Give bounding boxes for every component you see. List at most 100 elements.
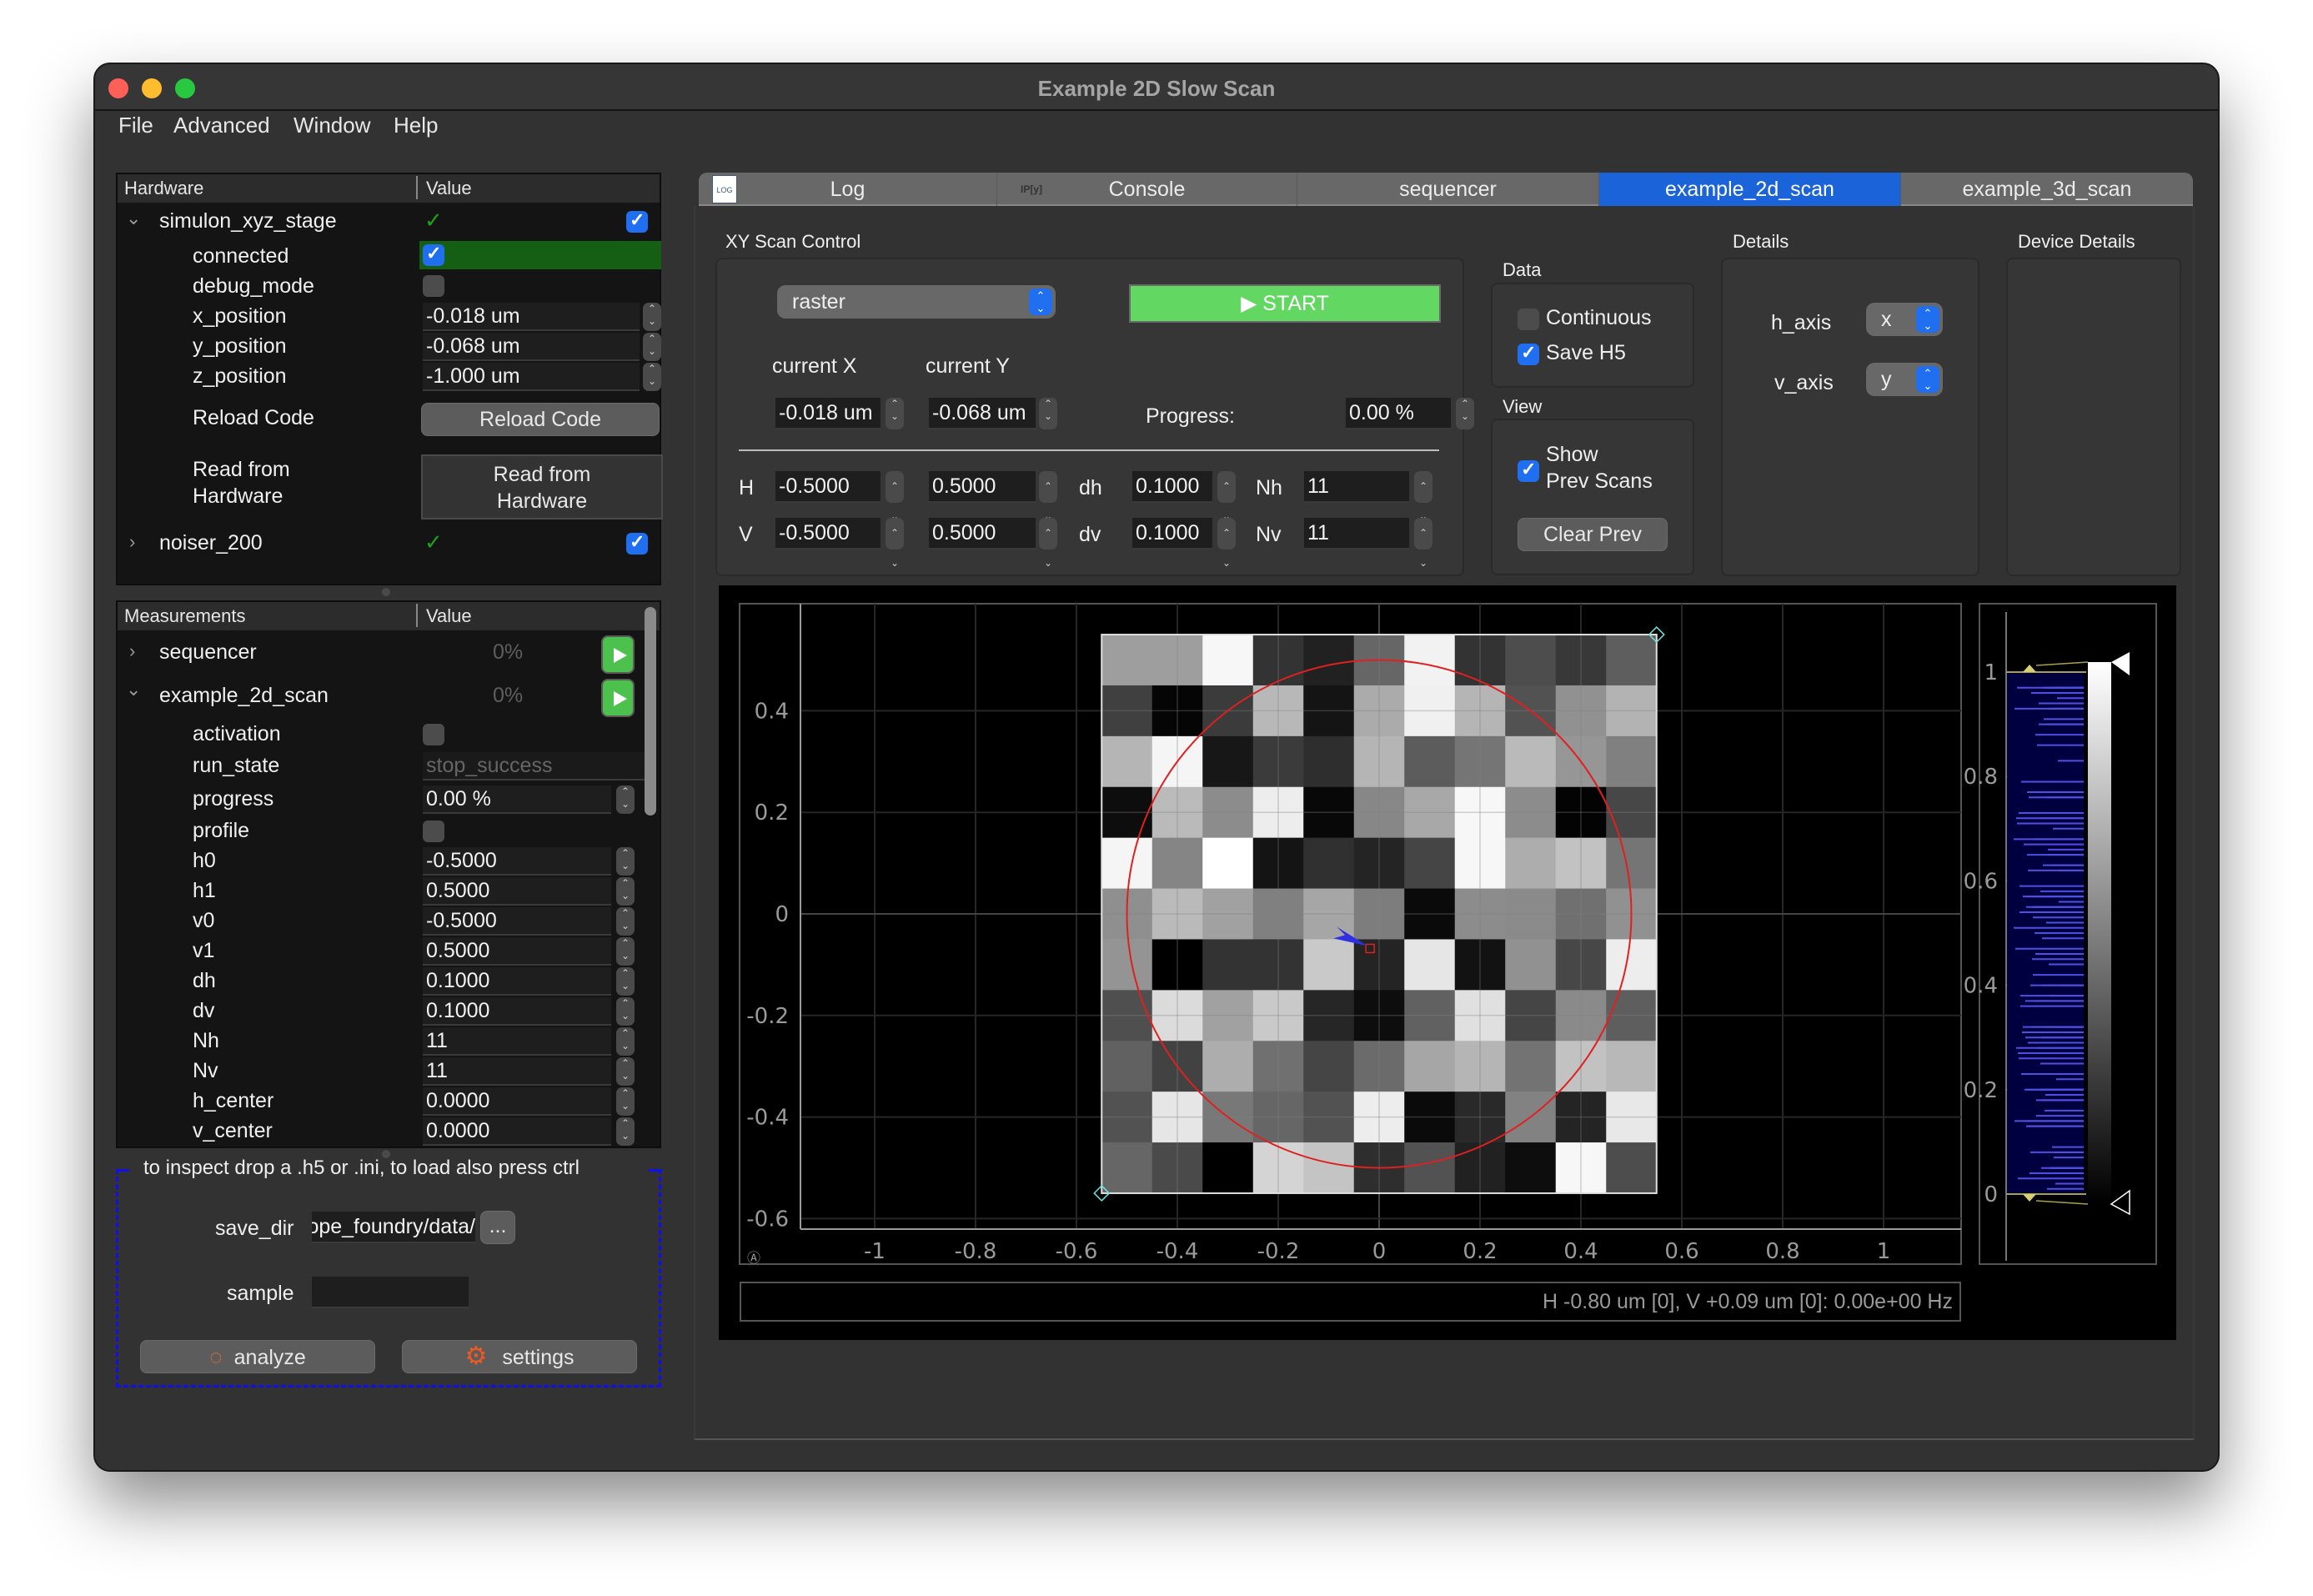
settings-button[interactable]: ⚙ settings [402, 1340, 637, 1373]
current-y-field[interactable]: -0.068 um [929, 398, 1036, 429]
profile-checkbox[interactable] [423, 821, 444, 842]
h1-stepper[interactable]: ⌃ ⌄ [616, 877, 635, 906]
sample-field[interactable] [312, 1277, 469, 1308]
splitter-handle[interactable] [382, 588, 390, 596]
y-position-field[interactable]: -0.068 um [423, 333, 640, 361]
y-position-stepper[interactable]: ⌃ ⌄ [643, 333, 661, 361]
tab-example-3d-scan[interactable]: example_3d_scan [1901, 173, 2193, 206]
vertical-scrollbar[interactable] [645, 607, 656, 816]
dv-field[interactable]: 0.1000 [1132, 518, 1212, 550]
h0-stepper[interactable]: ⌃ ⌄ [616, 847, 635, 876]
Nv-stepper[interactable]: ⌃ ⌄ [1414, 518, 1432, 569]
v0-field[interactable]: -0.5000 [423, 907, 611, 936]
collapse-chevron-icon[interactable]: ⌄ [126, 679, 141, 700]
h-center-field[interactable]: 0.0000 [423, 1087, 611, 1116]
value-column-header[interactable]: Value [426, 178, 472, 199]
start-button[interactable]: ▶ START [1129, 284, 1441, 323]
h0-field[interactable]: -0.5000 [423, 847, 611, 876]
dv-field[interactable]: 0.1000 [423, 997, 611, 1026]
v0-stepper[interactable]: ⌃ ⌄ [616, 907, 635, 936]
menu-help[interactable]: Help [394, 113, 438, 138]
Nv-stepper[interactable]: ⌃ ⌄ [616, 1057, 635, 1086]
analyze-button[interactable]: ◌ analyze [140, 1340, 375, 1373]
dh-stepper[interactable]: ⌃ ⌄ [1217, 471, 1236, 522]
v-start-field[interactable]: -0.5000 [775, 518, 881, 550]
Nh-stepper[interactable]: ⌃ ⌄ [1414, 471, 1432, 522]
v-axis-select[interactable]: y ⌃ ⌄ [1866, 363, 1943, 396]
measurements-column-header[interactable]: Measurements [124, 605, 246, 627]
measurement-tree[interactable]: Measurements Value › sequencer 0% ⌄ exam… [116, 600, 661, 1148]
tab-example-2d-scan[interactable]: example_2d_scan [1599, 173, 1901, 206]
Nv-field[interactable]: 11 [1304, 518, 1409, 550]
Nh-field[interactable]: 11 [423, 1027, 611, 1056]
menu-file[interactable]: File [118, 113, 153, 138]
clear-prev-button[interactable]: Clear Prev [1518, 518, 1668, 551]
image-plot-area[interactable]: -1 -0.8 -0.6 -0.4 -0.2 0 0.2 0.4 0.6 0.8 1 0.4 0.2 0 -… [719, 585, 2176, 1340]
reload-code-button[interactable]: Reload Code [421, 403, 660, 436]
gradient-top-tick[interactable] [2111, 652, 2130, 675]
dv-stepper[interactable]: ⌃ ⌄ [1217, 518, 1236, 569]
z-position-field[interactable]: -1.000 um [423, 363, 640, 391]
menu-advanced[interactable]: Advanced [173, 113, 270, 138]
x-position-stepper[interactable]: ⌃ ⌄ [643, 303, 661, 331]
tab-log[interactable]: LOG Log [699, 173, 997, 206]
h1-field[interactable]: 0.5000 [423, 877, 611, 906]
v-stop-field[interactable]: 0.5000 [929, 518, 1036, 550]
v1-stepper[interactable]: ⌃ ⌄ [616, 937, 635, 966]
v-stop-stepper[interactable]: ⌃ ⌄ [1039, 518, 1057, 569]
current-y-stepper[interactable]: ⌃ ⌄ [1039, 398, 1057, 429]
h-start-stepper[interactable]: ⌃ ⌄ [886, 471, 904, 522]
column-divider[interactable] [416, 604, 418, 627]
x-position-field[interactable]: -0.018 um [423, 303, 640, 331]
tab-console[interactable]: IP[y] Console [997, 173, 1297, 206]
v1-field[interactable]: 0.5000 [423, 937, 611, 966]
menu-window[interactable]: Window [294, 113, 370, 138]
current-x-stepper[interactable]: ⌃ ⌄ [886, 398, 904, 429]
h-start-field[interactable]: -0.5000 [775, 471, 881, 503]
image-plot[interactable]: -1 -0.8 -0.6 -0.4 -0.2 0 0.2 0.4 0.6 0.8 1 0.4 0.2 0 -… [719, 585, 2176, 1340]
device-name[interactable]: simulon_xyz_stage [159, 209, 337, 233]
expand-chevron-icon[interactable]: › [129, 640, 135, 662]
Nv-field[interactable]: 11 [423, 1057, 611, 1086]
activation-checkbox[interactable] [423, 724, 444, 745]
start-example-2d-scan-button[interactable] [601, 679, 635, 717]
tab-sequencer[interactable]: sequencer [1297, 173, 1599, 206]
level-max-handle[interactable] [2023, 665, 2036, 672]
progress-field[interactable]: 0.00 % [1346, 398, 1451, 429]
h-center-stepper[interactable]: ⌃ ⌄ [616, 1087, 635, 1116]
autoscale-button[interactable]: Ⓐ [747, 1250, 760, 1266]
continuous-checkbox[interactable] [1518, 309, 1539, 330]
column-divider[interactable] [416, 176, 418, 199]
save-h5-checkbox[interactable] [1518, 342, 1539, 365]
value-column-header[interactable]: Value [426, 605, 472, 627]
device-enable-checkbox[interactable] [626, 209, 648, 233]
v-start-stepper[interactable]: ⌃ ⌄ [886, 518, 904, 569]
read-from-hardware-button[interactable]: Read from Hardware [421, 454, 663, 519]
measurement-name[interactable]: sequencer [159, 640, 257, 665]
collapse-chevron-icon[interactable]: ⌄ [126, 208, 141, 229]
progress-stepper[interactable]: ⌃ ⌄ [616, 785, 635, 814]
measurement-name[interactable]: example_2d_scan [159, 684, 329, 708]
Nh-stepper[interactable]: ⌃ ⌄ [616, 1027, 635, 1056]
dh-stepper[interactable]: ⌃ ⌄ [616, 967, 635, 996]
h-stop-stepper[interactable]: ⌃ ⌄ [1039, 471, 1057, 522]
hardware-column-header[interactable]: Hardware [124, 178, 203, 199]
progress-stepper[interactable]: ⌃ ⌄ [1456, 398, 1474, 429]
show-prev-scans-checkbox[interactable] [1518, 459, 1539, 482]
v-center-field[interactable]: 0.0000 [423, 1117, 611, 1146]
z-position-stepper[interactable]: ⌃ ⌄ [643, 363, 661, 391]
h-axis-select[interactable]: x ⌃ ⌄ [1866, 303, 1943, 336]
dh-field[interactable]: 0.1000 [1132, 471, 1212, 503]
current-x-field[interactable]: -0.018 um [775, 398, 881, 429]
start-sequencer-button[interactable] [601, 635, 635, 674]
Nh-field[interactable]: 11 [1304, 471, 1409, 503]
device-name[interactable]: noiser_200 [159, 531, 263, 555]
progress-field[interactable]: 0.00 % [423, 785, 611, 814]
h-stop-field[interactable]: 0.5000 [929, 471, 1036, 503]
dv-stepper[interactable]: ⌃ ⌄ [616, 997, 635, 1026]
v-center-stepper[interactable]: ⌃ ⌄ [616, 1117, 635, 1146]
connected-checkbox[interactable] [423, 243, 444, 266]
dh-field[interactable]: 0.1000 [423, 967, 611, 996]
expand-chevron-icon[interactable]: › [129, 531, 135, 553]
browse-button[interactable]: ... [480, 1211, 515, 1244]
